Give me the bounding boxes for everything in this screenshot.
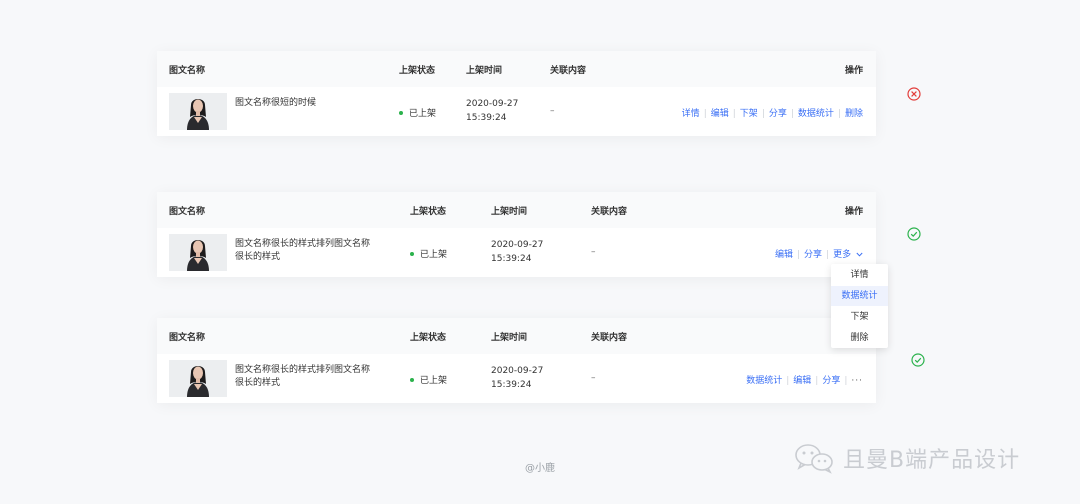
status-text: 已上架 (409, 109, 437, 119)
publish-date: 2020-09-27 (491, 240, 544, 250)
error-icon (907, 87, 921, 101)
status-dot (410, 377, 414, 382)
publish-clock: 15:39:24 (491, 254, 532, 264)
chevron-down-icon (856, 252, 863, 257)
header-related: 关联内容 (591, 207, 628, 217)
header-related: 关联内容 (550, 66, 587, 76)
table-header: 图文名称 上架状态 上架时间 关联内容 操作 (157, 192, 876, 228)
dropdown-item-delete[interactable]: 删除 (831, 328, 888, 348)
related-content: – (591, 373, 596, 383)
table-short-name: 图文名称 上架状态 上架时间 关联内容 操作 图文名称很短的时候 已上架 202… (157, 51, 876, 136)
header-related: 关联内容 (591, 333, 628, 343)
action-edit[interactable]: 编辑 (793, 376, 811, 386)
row-actions: 详情 | 编辑 | 下架 | 分享 | 数据统计 | 删除 (681, 109, 863, 119)
action-stats[interactable]: 数据统计 (798, 109, 834, 119)
action-share[interactable]: 分享 (804, 250, 822, 260)
row-title: 图文名称很短的时候 (235, 98, 317, 108)
action-detail[interactable]: 详情 (682, 109, 700, 119)
action-share[interactable]: 分享 (822, 376, 840, 386)
thumbnail-image (169, 234, 227, 271)
watermark-text: 且曼B端产品设计 (843, 448, 1021, 473)
publish-time: 2020-09-27 15:39:24 (466, 97, 518, 125)
header-actions: 操作 (844, 207, 863, 217)
status-dot (399, 110, 403, 115)
header-status: 上架状态 (410, 333, 447, 343)
status-text: 已上架 (420, 376, 448, 386)
header-name: 图文名称 (169, 207, 206, 217)
header-name: 图文名称 (169, 66, 206, 76)
publish-date: 2020-09-27 (466, 99, 519, 109)
more-ellipsis-button[interactable]: ··· (851, 376, 863, 386)
wechat-icon (795, 444, 833, 474)
publish-date: 2020-09-27 (491, 366, 544, 376)
table-more-dropdown: 图文名称 上架状态 上架时间 关联内容 操作 图文名称很长的样式排列图文名称很长… (157, 192, 876, 277)
status-text: 已上架 (420, 250, 448, 260)
header-actions: 操作 (844, 66, 863, 76)
table-row: 图文名称很长的样式排列图文名称很长的样式 已上架 2020-09-27 15:39… (157, 228, 876, 277)
action-share[interactable]: 分享 (769, 109, 787, 119)
row-actions: 编辑 | 分享 | 更多 (775, 247, 863, 260)
thumbnail-image (169, 360, 227, 397)
check-icon (907, 227, 921, 241)
header-time: 上架时间 (491, 333, 528, 343)
publish-clock: 15:39:24 (466, 113, 507, 123)
publish-clock: 15:39:24 (491, 380, 532, 390)
more-dropdown-menu: 详情 数据统计 下架 删除 (831, 264, 888, 348)
check-icon (911, 353, 925, 367)
row-title: 图文名称很长的样式排列图文名称很长的样式 (235, 239, 371, 262)
action-unpublish[interactable]: 下架 (740, 109, 758, 119)
header-time: 上架时间 (491, 207, 528, 217)
status-badge: 已上架 (399, 106, 436, 119)
row-actions: 数据统计 | 编辑 | 分享 | ··· (746, 376, 863, 386)
related-content: – (591, 247, 596, 257)
action-stats[interactable]: 数据统计 (746, 376, 782, 386)
action-delete[interactable]: 删除 (845, 109, 863, 119)
dropdown-item-stats[interactable]: 数据统计 (831, 286, 888, 306)
header-time: 上架时间 (466, 66, 503, 76)
table-ellipsis-more: 图文名称 上架状态 上架时间 关联内容 操作 图文名称很长的样式排列图文名称很长… (157, 318, 876, 403)
related-content: – (550, 106, 555, 116)
table-row: 图文名称很长的样式排列图文名称很长的样式 已上架 2020-09-27 15:39… (157, 354, 876, 403)
more-label: 更多 (833, 250, 852, 260)
dropdown-item-unpublish[interactable]: 下架 (831, 307, 888, 327)
table-header: 图文名称 上架状态 上架时间 关联内容 操作 (157, 51, 876, 87)
status-badge: 已上架 (410, 247, 447, 260)
thumbnail-image (169, 93, 227, 130)
row-title: 图文名称很长的样式排列图文名称很长的样式 (235, 365, 371, 388)
table-header: 图文名称 上架状态 上架时间 关联内容 操作 (157, 318, 876, 354)
watermark: 且曼B端产品设计 (793, 440, 1020, 476)
header-name: 图文名称 (169, 333, 206, 343)
more-button[interactable]: 更多 (833, 250, 863, 260)
action-edit[interactable]: 编辑 (775, 250, 793, 260)
dropdown-item-detail[interactable]: 详情 (831, 265, 888, 285)
header-status: 上架状态 (410, 207, 447, 217)
publish-time: 2020-09-27 15:39:24 (491, 364, 543, 392)
status-badge: 已上架 (410, 373, 447, 386)
publish-time: 2020-09-27 15:39:24 (491, 238, 543, 266)
action-edit[interactable]: 编辑 (711, 109, 729, 119)
header-status: 上架状态 (399, 66, 436, 76)
status-dot (410, 251, 414, 256)
table-row: 图文名称很短的时候 已上架 2020-09-27 15:39:24 – 详情 | 编辑… (157, 87, 876, 136)
